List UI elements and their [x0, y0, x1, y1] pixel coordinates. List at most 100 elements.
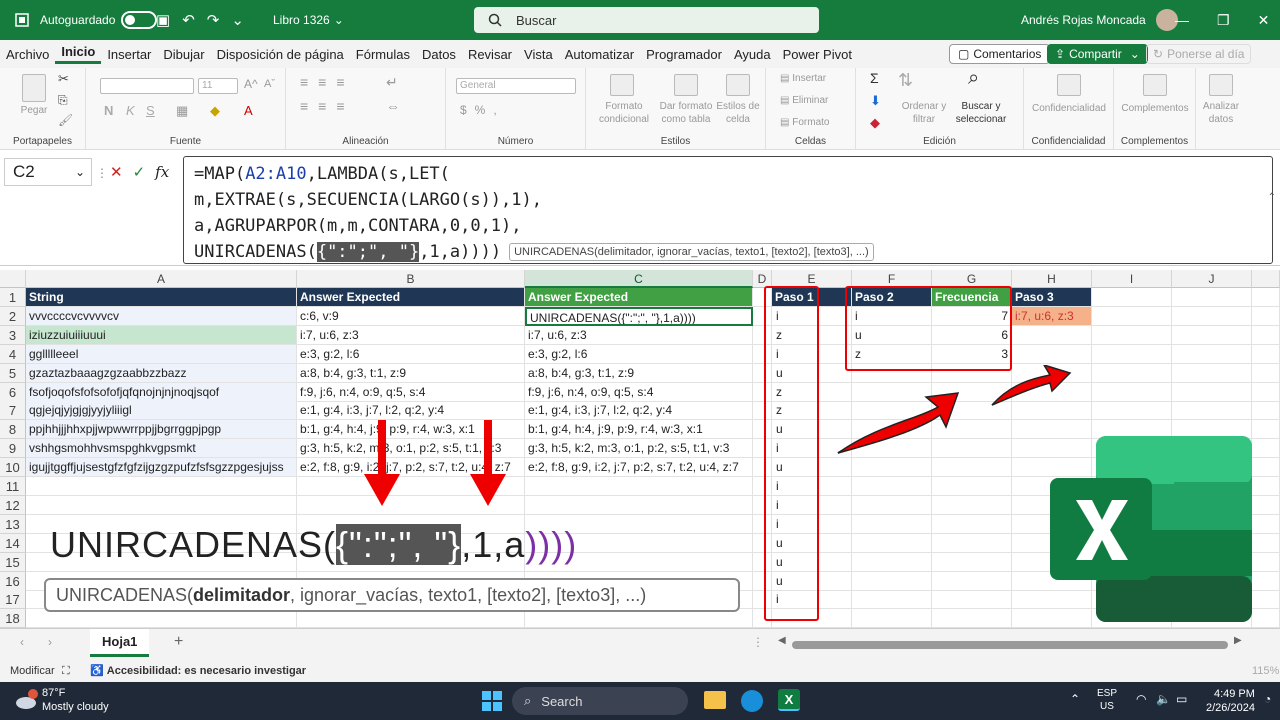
cell[interactable]: [932, 552, 1012, 572]
sensitivity-label[interactable]: Confidencialidad: [1024, 102, 1114, 115]
weather-icon[interactable]: [14, 688, 38, 712]
row-header[interactable]: 11: [0, 477, 26, 496]
font-shrink-icon[interactable]: Aˇ: [264, 78, 275, 91]
cell[interactable]: [1252, 533, 1280, 553]
row-header[interactable]: 13: [0, 514, 26, 534]
cell[interactable]: [1012, 344, 1092, 364]
clear-icon[interactable]: ◆: [870, 116, 880, 129]
column-header-c[interactable]: C: [525, 270, 753, 288]
row-header[interactable]: 2: [0, 306, 26, 326]
cell[interactable]: [932, 514, 1012, 534]
align-horizontal-icons[interactable]: ≡≡≡: [300, 99, 355, 113]
cell[interactable]: [1092, 401, 1172, 421]
file-name[interactable]: Libro 1326: [273, 13, 330, 27]
addins-icon[interactable]: [1143, 74, 1167, 96]
menu-dibujar[interactable]: Dibujar: [157, 47, 210, 62]
bold-icon[interactable]: N: [104, 104, 113, 117]
share-button[interactable]: ⇪ Compartir ⌄: [1047, 44, 1148, 64]
active-cell[interactable]: UNIRCADENAS({":";", "},1,a)))): [525, 306, 753, 326]
autosave-toggle[interactable]: [121, 11, 158, 29]
row-header[interactable]: 4: [0, 344, 26, 364]
file-explorer-icon[interactable]: [704, 691, 726, 709]
string-cell[interactable]: fsofjoqofsfofsofofjqfqnojnjnjnoqjsqof: [26, 382, 297, 402]
row-header[interactable]: 15: [0, 552, 26, 572]
format-cells[interactable]: ▤ Formato: [780, 116, 829, 129]
expected-cell[interactable]: e:3, g:2, l:6: [297, 344, 525, 364]
header-string[interactable]: String: [26, 288, 297, 307]
menu-automatizar[interactable]: Automatizar: [559, 47, 640, 62]
cell[interactable]: [1092, 306, 1172, 326]
cell[interactable]: [1252, 382, 1280, 402]
analyze-data-label[interactable]: Analizar datos: [1196, 100, 1246, 126]
menu-power-pivot[interactable]: Power Pivot: [777, 47, 858, 62]
cell[interactable]: [1092, 344, 1172, 364]
cell[interactable]: [852, 514, 932, 534]
wifi-icon[interactable]: ◠: [1136, 692, 1146, 706]
cell[interactable]: [1252, 609, 1280, 628]
cell[interactable]: [1252, 477, 1280, 496]
windows-start-icon[interactable]: [482, 691, 502, 711]
sheet-tab[interactable]: Hoja1: [90, 629, 150, 657]
cell[interactable]: [1172, 363, 1252, 383]
cell[interactable]: [1092, 288, 1172, 307]
result-cell[interactable]: i:7, u:6, z:3: [525, 325, 753, 345]
cell-styles-label[interactable]: Estilos de celda: [716, 100, 760, 126]
cell[interactable]: [1252, 344, 1280, 364]
cell[interactable]: [525, 609, 753, 628]
number-format-select[interactable]: General: [456, 78, 576, 94]
collapse-formula-icon[interactable]: ⌃: [1268, 192, 1276, 203]
italic-icon[interactable]: K: [126, 104, 135, 117]
find-select-label[interactable]: Buscar y seleccionar: [952, 100, 1010, 126]
wrap-text-icon[interactable]: ↵: [386, 75, 398, 89]
result-cell[interactable]: e:2, f:8, g:9, i:2, j:7, p:2, s:7, t:2, …: [525, 458, 753, 478]
fill-icon[interactable]: ⬇: [870, 94, 881, 107]
cell[interactable]: [852, 495, 932, 515]
cancel-icon[interactable]: ✕: [110, 163, 123, 181]
chevron-up-icon[interactable]: ⌃: [1070, 692, 1080, 706]
row-header[interactable]: 6: [0, 382, 26, 402]
row-header[interactable]: 9: [0, 439, 26, 459]
cell[interactable]: [1092, 382, 1172, 402]
redo-icon[interactable]: ↷: [207, 11, 220, 29]
cell[interactable]: [852, 590, 932, 610]
search-box[interactable]: Buscar: [474, 7, 819, 33]
cell[interactable]: [932, 477, 1012, 496]
clock[interactable]: 4:49 PM 2/26/2024: [1206, 687, 1255, 715]
save-icon[interactable]: ▣: [156, 11, 170, 29]
cell[interactable]: [852, 571, 932, 591]
select-all-corner[interactable]: [0, 270, 26, 288]
cell[interactable]: [852, 552, 932, 572]
cell[interactable]: [932, 609, 1012, 628]
undo-icon[interactable]: ↶: [182, 11, 195, 29]
row-header[interactable]: 18: [0, 609, 26, 628]
battery-icon[interactable]: ▭: [1176, 692, 1187, 706]
expected-cell[interactable]: a:8, b:4, g:3, t:1, z:9: [297, 363, 525, 383]
row-header[interactable]: 17: [0, 590, 26, 610]
font-color-icon[interactable]: A: [244, 104, 253, 117]
user-name[interactable]: Andrés Rojas Moncada: [1021, 13, 1146, 27]
format-table-label[interactable]: Dar formato como tabla: [656, 100, 716, 126]
column-header-j[interactable]: J: [1172, 270, 1252, 288]
row-header[interactable]: 10: [0, 458, 26, 478]
cell[interactable]: [852, 477, 932, 496]
font-name-select[interactable]: [100, 78, 194, 94]
result-cell[interactable]: b:1, g:4, h:4, j:9, p:9, r:4, w:3, x:1: [525, 420, 753, 440]
horizontal-scrollbar[interactable]: [792, 641, 1228, 649]
notification-bell-icon[interactable]: ◔: [1264, 692, 1271, 706]
cut-icon[interactable]: ✂: [58, 72, 69, 85]
cell[interactable]: [1172, 401, 1252, 421]
cell[interactable]: [1172, 288, 1252, 307]
font-size-select[interactable]: 11: [198, 78, 238, 94]
chevron-down-icon[interactable]: ⌄: [334, 13, 344, 27]
cell-styles-icon[interactable]: [726, 74, 750, 96]
expected-cell[interactable]: f:9, j:6, n:4, o:9, q:5, s:4: [297, 382, 525, 402]
column-header-h[interactable]: H: [1012, 270, 1092, 288]
prev-sheet-icon[interactable]: ‹: [20, 635, 24, 649]
insert-cells[interactable]: ▤ Insertar: [780, 72, 826, 85]
menu-formulas[interactable]: Fórmulas: [350, 47, 416, 62]
cell[interactable]: [1252, 571, 1280, 591]
align-top-icons[interactable]: ≡≡≡: [300, 75, 355, 89]
cell[interactable]: [1252, 514, 1280, 534]
cell[interactable]: [1172, 382, 1252, 402]
result-cell[interactable]: e:1, g:4, i:3, j:7, l:2, q:2, y:4: [525, 401, 753, 421]
